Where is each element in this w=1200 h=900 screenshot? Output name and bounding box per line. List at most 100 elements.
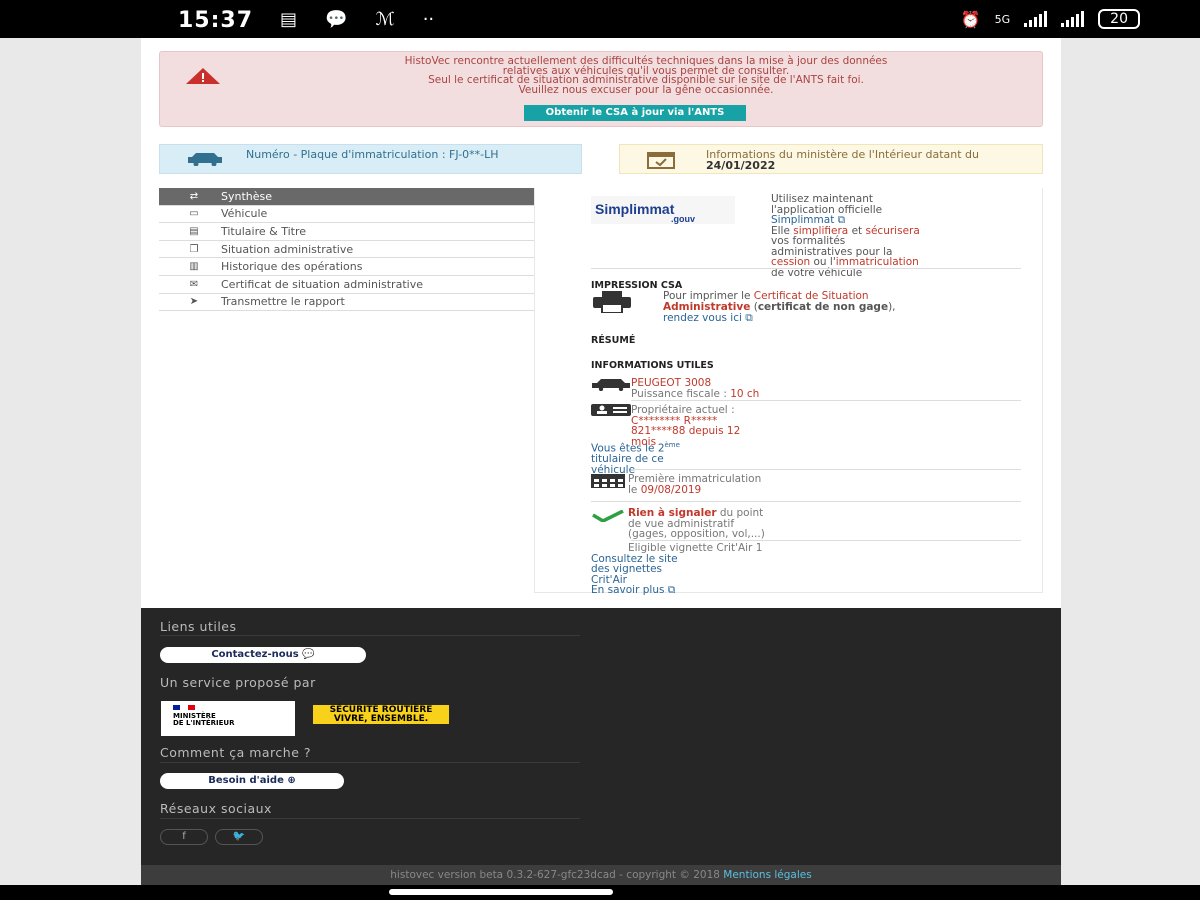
vehicle-info: PEUGEOT 3008 Puissance fiscale : 10 ch: [631, 378, 759, 399]
plate-card: Numéro - Plaque d'immatriculation : FJ-0…: [159, 144, 582, 174]
external-link-icon: ⧉: [745, 312, 753, 324]
securite-routiere-logo[interactable]: SÉCURITÉ ROUTIÈRE VIVRE, ENSEMBLE.: [313, 705, 449, 724]
calendar-check-icon: [647, 152, 675, 169]
divider: [160, 818, 580, 819]
battery-icon: 20: [1098, 9, 1140, 29]
menu-item-transmettre[interactable]: ➤ Transmettre le rapport: [159, 294, 534, 312]
service-title: Un service proposé par: [160, 675, 316, 690]
car-icon: [188, 153, 222, 166]
facebook-button[interactable]: f: [160, 829, 208, 845]
text-part: et: [848, 224, 866, 237]
sync-icon: ⇄: [189, 190, 199, 202]
notification-icons: ▤ 💬 ℳ ··: [280, 9, 434, 30]
chat-icon: 💬: [302, 649, 315, 660]
contact-button[interactable]: Contactez-nous 💬: [160, 647, 366, 663]
more-link[interactable]: En savoir plus: [591, 584, 664, 596]
status-ok: Rien à signaler du point de vue administ…: [628, 508, 765, 540]
simplimmat-logo[interactable]: Simplimmat .gouv: [591, 196, 735, 224]
alert-banner: HistoVec rencontre actuellement des diff…: [159, 51, 1043, 127]
divider: [631, 400, 1021, 401]
text-line: de votre véhicule: [771, 266, 863, 279]
version-bar: histovec version beta 0.3.2-627-gfc23dca…: [141, 865, 1061, 885]
version-text: histovec version beta 0.3.2-627-gfc23dca…: [390, 869, 724, 881]
id-card-icon: [591, 404, 631, 416]
links-title: Liens utiles: [160, 619, 237, 634]
sr-line: VIVRE, ENSEMBLE.: [333, 714, 429, 724]
menu-item-synthese[interactable]: ⇄ Synthèse: [159, 188, 534, 206]
first-date: 09/08/2019: [640, 483, 702, 496]
info-text: Informations du ministère de l'Intérieur…: [706, 149, 1036, 171]
help-button[interactable]: Besoin d'aide ⊕: [160, 773, 344, 789]
calendar-icon: [591, 474, 625, 488]
menu-item-situation[interactable]: ❐ Situation administrative: [159, 241, 534, 259]
alert-text: HistoVec rencontre actuellement des diff…: [260, 56, 1032, 95]
text-line: Utilisez maintenant: [771, 193, 874, 205]
more-icon: ··: [422, 9, 435, 30]
status-bar: 15:37 ▤ 💬 ℳ ·· ⏰ 5G 20: [0, 0, 1200, 38]
menu-label: Certificat de situation administrative: [221, 277, 423, 291]
owner-since: 821****88 depuis 12: [631, 425, 741, 437]
menu-label: Synthèse: [221, 189, 273, 203]
twitter-icon: 🐦: [232, 831, 246, 842]
simplimmat-text: Utilisez maintenant l'application offici…: [771, 194, 931, 278]
more-link-line: En savoir plus ⧉: [591, 585, 762, 596]
divider: [591, 268, 1021, 269]
copy-icon: ❐: [189, 243, 199, 255]
text-line: Puissance fiscale : 10 ch: [631, 387, 760, 400]
alarm-icon: ⏰: [960, 9, 981, 29]
vehicle-power: 10 ch: [730, 387, 760, 400]
text-bold: certificat de non gage: [757, 301, 889, 313]
info-card: Informations du ministère de l'Intérieur…: [619, 144, 1043, 174]
menu-item-certificat[interactable]: ✉ Certificat de situation administrative: [159, 276, 534, 294]
text-line: cession ou l'immatriculation: [771, 257, 931, 268]
first-registration: Première immatriculation le 09/08/2019: [628, 474, 761, 495]
text-line: titulaire de ce: [591, 453, 664, 465]
how-title: Comment ça marche ?: [160, 745, 312, 760]
certificate-icon: ✉: [189, 278, 199, 290]
menu-item-vehicule[interactable]: ▭ Véhicule: [159, 206, 534, 224]
impression-link[interactable]: rendez vous ici: [663, 312, 742, 324]
menu-item-titulaire[interactable]: ▤ Titulaire & Titre: [159, 223, 534, 241]
contact-label: Contactez-nous: [211, 649, 299, 660]
external-link-icon: ⧉: [667, 584, 676, 596]
text-line: (gages, opposition, vol,...): [628, 528, 765, 540]
text-line: rendez vous ici ⧉: [663, 313, 963, 324]
car-icon: [592, 379, 630, 391]
message-icon: ▤: [280, 9, 298, 30]
text-sup: ème: [664, 441, 680, 449]
owner-label: Propriétaire actuel :: [631, 404, 735, 416]
text-line: vos formalités: [771, 235, 846, 247]
history-icon: ▥: [189, 261, 199, 273]
app-icon: ℳ: [375, 9, 395, 30]
logo-text: Simplimmat: [595, 201, 675, 217]
lifebuoy-icon: ⊕: [287, 775, 296, 786]
send-icon: ➤: [189, 296, 199, 308]
gesture-bar: [0, 885, 1200, 900]
get-csa-button[interactable]: Obtenir le CSA à jour via l'ANTS: [524, 105, 746, 121]
footer: Liens utiles Contactez-nous 💬 Un service…: [141, 608, 1061, 865]
critair-link[interactable]: des vignettes: [591, 564, 762, 575]
divider: [160, 635, 580, 636]
warning-icon: [186, 68, 220, 84]
help-label: Besoin d'aide: [208, 775, 284, 786]
text-part: ),: [888, 301, 896, 313]
divider: [631, 540, 1021, 541]
critair-info: Eligible vignette Crit'Air 1 Consultez l…: [591, 543, 762, 596]
id-card-icon: ▤: [189, 225, 199, 237]
resume-title: RÉSUMÉ: [591, 335, 636, 346]
ministere-logo[interactable]: MINISTÈRE DE L'INTÉRIEUR: [161, 701, 295, 736]
clock: 15:37: [178, 8, 254, 33]
plate-text: Numéro - Plaque d'immatriculation : FJ-0…: [246, 148, 499, 161]
text-line: le 09/08/2019: [628, 483, 761, 496]
home-handle[interactable]: [389, 889, 613, 895]
divider: [591, 501, 1021, 502]
facebook-icon: f: [182, 831, 186, 842]
flag-icon: [173, 705, 195, 710]
twitter-button[interactable]: 🐦: [215, 829, 263, 845]
legal-link[interactable]: Mentions légales: [723, 869, 811, 881]
menu-item-historique[interactable]: ▥ Historique des opérations: [159, 258, 534, 276]
divider: [631, 469, 1021, 470]
text-part: le: [628, 483, 641, 496]
logo-suffix: .gouv: [671, 214, 695, 224]
text-line: Rien à signaler du point: [628, 508, 765, 519]
